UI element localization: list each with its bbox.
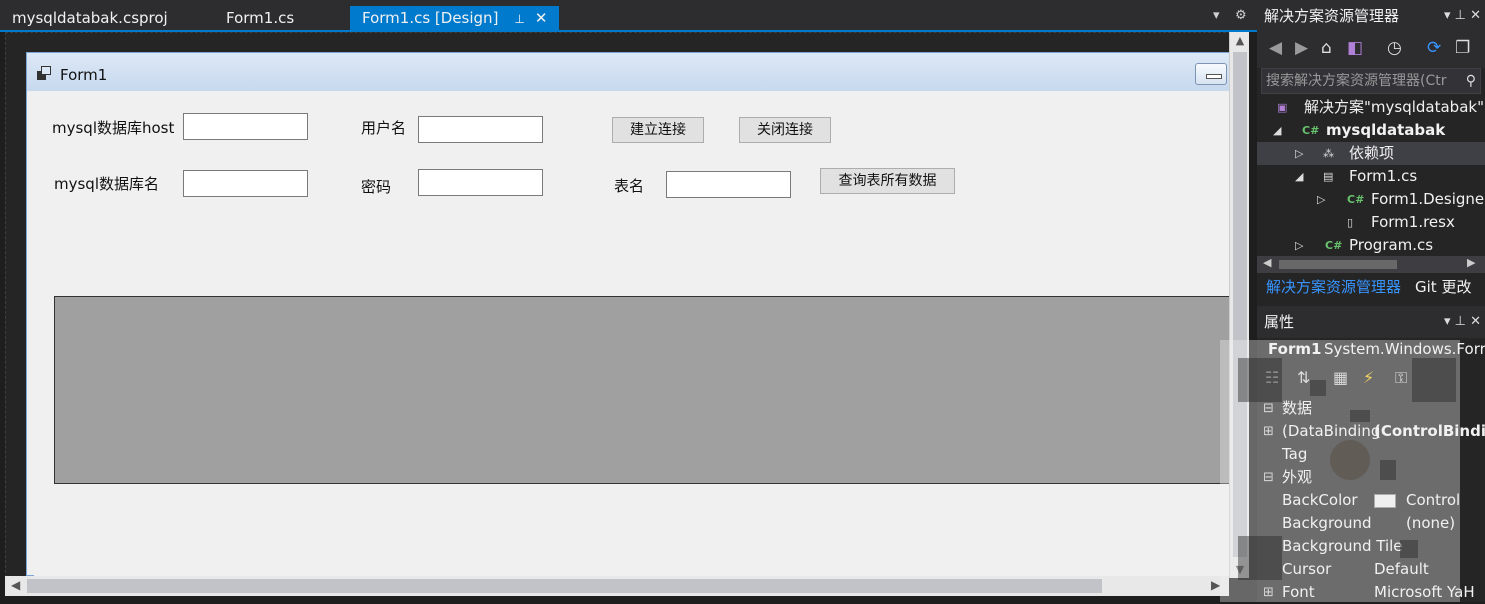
search-icon[interactable]: ⚲ (1466, 69, 1476, 93)
tab-label: Form1.cs [Design] (362, 9, 499, 27)
form-title-bar: Form1 (27, 53, 1229, 91)
resource-file-icon: ▯ (1347, 216, 1354, 229)
solution-explorer-panel: 解决方案资源管理器 ▾ ⊥ ✕ ◀ ▶ ⌂ ◧ ◷ ⟳ ❐ 搜索解决方案资源管理… (1257, 0, 1485, 306)
panel-title: 属性 (1264, 313, 1295, 331)
document-tab-bar: mysqldatabak.csproj Form1.cs Form1.cs [D… (0, 0, 1257, 32)
csharp-file-icon: C# (1347, 193, 1365, 206)
vs-switch-icon[interactable]: ◧ (1347, 38, 1363, 58)
tree-item[interactable]: ▣ 解决方案"mysqldatabak"( (1257, 96, 1485, 119)
search-placeholder: 搜索解决方案资源管理器(Ctr (1266, 73, 1447, 89)
tab-form1-design[interactable]: Form1.cs [Design] ⊥ ✕ (350, 6, 560, 32)
pin-icon[interactable]: ⊥ (514, 12, 524, 26)
tab-form1-cs[interactable]: Form1.cs (214, 6, 306, 30)
solution-bottom-tabs: 解决方案资源管理器 Git 更改 (1257, 276, 1485, 300)
label-table: 表名 (614, 177, 645, 195)
collapsed-icon[interactable]: ▷ (1295, 234, 1303, 256)
qr-code-overlay (1220, 340, 1460, 602)
password-input[interactable] (418, 169, 543, 196)
minimize-button[interactable] (1195, 63, 1227, 85)
label-user: 用户名 (361, 119, 407, 137)
form-client-area: mysql数据库host 用户名 建立连接 关闭连接 mysql数据库名 密码 … (34, 91, 1236, 577)
collapsed-icon[interactable]: ▷ (1317, 188, 1325, 211)
dbname-input[interactable] (183, 170, 308, 197)
tab-csproj[interactable]: mysqldatabak.csproj (0, 6, 180, 30)
query-all-button[interactable]: 查询表所有数据 (820, 168, 955, 194)
history-icon[interactable]: ◷ (1387, 38, 1402, 58)
tree-item[interactable]: ▯ Form1.resx (1257, 211, 1485, 234)
solution-tree: ▣ 解决方案"mysqldatabak"( ◢ C# mysqldatabak … (1257, 96, 1485, 256)
close-icon[interactable]: ✕ (535, 9, 548, 27)
panel-controls[interactable]: ▾ ⊥ ✕ (1444, 306, 1481, 338)
scroll-thumb[interactable] (1279, 260, 1397, 269)
tab-git-changes[interactable]: Git 更改 (1415, 276, 1471, 297)
gear-icon[interactable]: ⚙ (1235, 8, 1247, 23)
label-host: mysql数据库host (52, 119, 175, 137)
form-file-icon: ▤ (1323, 170, 1334, 183)
tree-item[interactable]: ▷ C# Form1.Designe (1257, 188, 1485, 211)
scroll-right-icon[interactable]: ▶ (1211, 578, 1220, 592)
solution-search-input[interactable]: 搜索解决方案资源管理器(Ctr ⚲ (1261, 68, 1481, 94)
scroll-left-icon[interactable]: ◀ (11, 578, 20, 592)
form-icon (37, 66, 51, 80)
label-password: 密码 (361, 178, 392, 196)
user-input[interactable] (418, 116, 543, 143)
back-icon[interactable]: ◀ (1269, 38, 1282, 58)
solution-icon: ▣ (1277, 101, 1288, 114)
data-grid-view[interactable] (54, 296, 1236, 484)
tree-item[interactable]: ▷ C# Program.cs (1257, 234, 1485, 256)
table-input[interactable] (666, 171, 791, 198)
home-icon[interactable]: ⌂ (1321, 38, 1332, 58)
host-input[interactable] (183, 113, 308, 140)
tab-label: Form1.cs (226, 9, 295, 27)
expanded-icon[interactable]: ◢ (1295, 165, 1303, 188)
scroll-thumb[interactable] (27, 579, 1102, 593)
sync-icon[interactable]: ⟳ (1427, 38, 1441, 58)
panel-controls[interactable]: ▾ ⊥ ✕ (1444, 0, 1481, 32)
tab-dropdown-icon[interactable]: ▾ (1213, 8, 1220, 23)
tree-item[interactable]: ◢ C# mysqldatabak (1257, 119, 1485, 142)
properties-header: 属性 ▾ ⊥ ✕ (1257, 306, 1485, 338)
scroll-right-icon[interactable]: ▶ (1467, 256, 1475, 269)
form-title: Form1 (60, 66, 108, 84)
tree-item[interactable]: ▷ ⁂ 依赖项 (1257, 142, 1485, 165)
collapsed-icon[interactable]: ▷ (1295, 142, 1303, 165)
panel-title: 解决方案资源管理器 (1264, 7, 1400, 25)
dependencies-icon: ⁂ (1323, 147, 1334, 160)
collapse-all-icon[interactable]: ❐ (1455, 38, 1470, 58)
solution-horizontal-scrollbar[interactable]: ◀ ▶ (1257, 256, 1485, 273)
expanded-icon[interactable]: ◢ (1273, 119, 1281, 142)
label-dbname: mysql数据库名 (54, 175, 159, 193)
solution-explorer-toolbar: ◀ ▶ ⌂ ◧ ◷ ⟳ ❐ (1257, 32, 1485, 68)
csharp-project-icon: C# (1302, 124, 1320, 137)
solution-explorer-header: 解决方案资源管理器 ▾ ⊥ ✕ (1257, 0, 1485, 32)
tab-solution-explorer[interactable]: 解决方案资源管理器 (1266, 276, 1401, 297)
connect-button[interactable]: 建立连接 (612, 117, 704, 143)
scroll-left-icon[interactable]: ◀ (1263, 256, 1271, 269)
forward-icon[interactable]: ▶ (1295, 38, 1308, 58)
form-window[interactable]: Form1 mysql数据库host 用户名 建立连接 关闭连接 mysql数据… (26, 52, 1236, 577)
disconnect-button[interactable]: 关闭连接 (739, 117, 831, 143)
designer-horizontal-scrollbar[interactable]: ◀ ▶ (5, 576, 1229, 596)
csharp-file-icon: C# (1325, 239, 1343, 252)
scroll-up-icon[interactable]: ▲ (1230, 34, 1250, 47)
tree-item[interactable]: ◢ ▤ Form1.cs (1257, 165, 1485, 188)
tab-label: mysqldatabak.csproj (12, 9, 168, 27)
